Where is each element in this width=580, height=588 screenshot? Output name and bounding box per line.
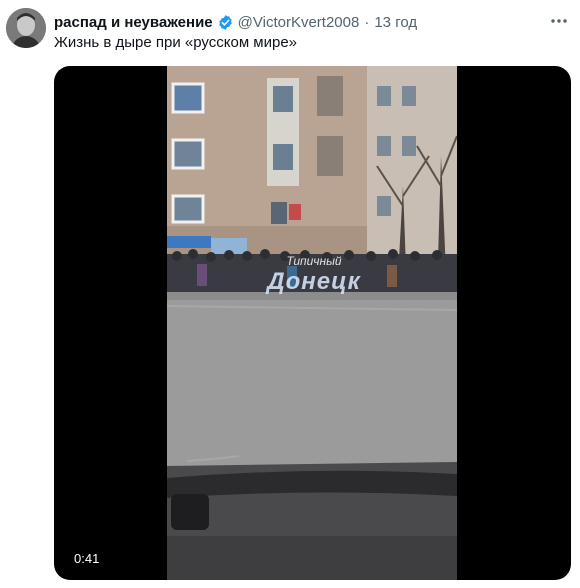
display-name[interactable]: распад и неуважение	[54, 14, 213, 31]
more-options-icon[interactable]	[548, 10, 570, 32]
avatar[interactable]	[6, 8, 46, 48]
video-player[interactable]: Типичный Донецк 0:41	[54, 66, 571, 580]
user-handle[interactable]: @VictorKvert2008	[238, 14, 360, 31]
timestamp[interactable]: 13 год	[374, 14, 417, 31]
avatar-image	[6, 8, 46, 48]
video-watermark: Типичный Донецк	[259, 254, 369, 296]
separator-dot: ·	[364, 13, 370, 31]
tweet-header: распад и неуважение @VictorKvert2008 · 1…	[54, 12, 417, 32]
verified-badge-icon	[217, 14, 234, 31]
watermark-line1: Типичный	[286, 254, 342, 268]
video-duration: 0:41	[68, 549, 106, 568]
watermark-line2: Донецк	[267, 268, 361, 295]
video-frame: Типичный Донецк	[167, 66, 457, 580]
street-scene-image	[167, 66, 457, 580]
tweet-text: Жизнь в дыре при «русском мире»	[54, 34, 298, 51]
